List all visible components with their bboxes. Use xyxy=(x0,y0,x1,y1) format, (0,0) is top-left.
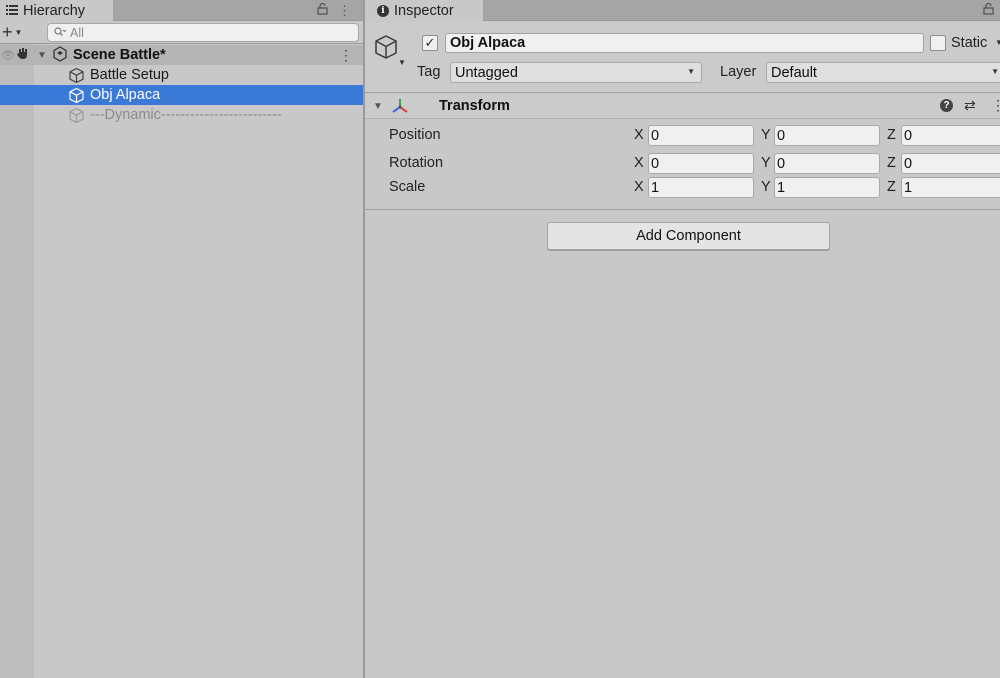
inspector-tab-bar: i Inspector xyxy=(365,0,1000,21)
unity-scene-icon xyxy=(52,45,68,65)
active-checkbox[interactable]: ✓ xyxy=(422,35,438,51)
hierarchy-panel: Hierarchy ⋮ + ▼ 👁 ▼ Scene Battle* xyxy=(0,0,363,678)
chevron-down-icon: ▼ xyxy=(991,67,999,76)
axis-label-x[interactable]: X xyxy=(634,127,644,143)
list-item-label: ---Dynamic------------------------- xyxy=(90,107,282,123)
lock-icon[interactable] xyxy=(983,2,994,18)
cube-icon xyxy=(68,87,85,107)
rotation-y-field[interactable]: 0 xyxy=(774,153,880,174)
hierarchy-visibility-gutter xyxy=(0,44,34,678)
axis-label-z[interactable]: Z xyxy=(887,155,896,171)
expand-arrow-icon[interactable]: ▼ xyxy=(373,101,383,112)
expand-arrow-icon[interactable]: ▼ xyxy=(37,50,47,61)
axis-label-z[interactable]: Z xyxy=(887,127,896,143)
component-divider xyxy=(365,209,1000,210)
list-icon xyxy=(6,3,18,19)
position-y-field[interactable]: 0 xyxy=(774,125,880,146)
kebab-menu-icon[interactable]: ⋮ xyxy=(338,3,351,19)
static-label: Static xyxy=(951,35,988,51)
transform-axes-icon xyxy=(390,97,410,118)
tag-label: Tag xyxy=(417,64,441,80)
layer-dropdown[interactable]: Default ▼ xyxy=(766,62,1000,83)
axis-label-y[interactable]: Y xyxy=(761,155,771,171)
property-label: Scale xyxy=(389,179,426,195)
list-item-label: Obj Alpaca xyxy=(90,87,161,103)
pick-hand-icon[interactable] xyxy=(17,47,29,63)
scene-label: Scene Battle* xyxy=(73,47,166,63)
cube-icon[interactable] xyxy=(373,34,399,63)
hierarchy-tab-bar: Hierarchy ⋮ xyxy=(0,0,363,21)
transform-component-header[interactable]: ▼ Transform ? ⇄ ⋮ xyxy=(365,95,1000,119)
search-icon xyxy=(54,26,67,40)
layer-label: Layer xyxy=(720,64,757,80)
kebab-menu-icon[interactable]: ⋮ xyxy=(339,47,353,64)
info-icon: i xyxy=(377,4,389,17)
preset-sliders-icon[interactable]: ⇄ xyxy=(964,97,976,114)
tab-hierarchy[interactable]: Hierarchy xyxy=(0,0,113,21)
cube-icon xyxy=(68,107,85,127)
property-label: Rotation xyxy=(389,155,444,171)
static-checkbox[interactable] xyxy=(930,35,946,51)
transform-title: Transform xyxy=(439,98,510,114)
cube-icon xyxy=(68,67,85,87)
axis-label-x[interactable]: X xyxy=(634,179,644,195)
chevron-down-icon[interactable]: ▼ xyxy=(995,38,1000,47)
layer-value: Default xyxy=(771,64,817,81)
position-z-field[interactable]: 0 xyxy=(901,125,1000,146)
axis-label-z[interactable]: Z xyxy=(887,179,896,195)
hierarchy-tab-actions: ⋮ xyxy=(317,0,351,21)
hierarchy-search xyxy=(47,23,359,42)
chevron-down-icon: ▼ xyxy=(687,67,695,76)
transform-row-scale: Scale X 1 Y 1 Z 1 xyxy=(365,176,1000,200)
tag-value: Untagged xyxy=(455,64,518,81)
tab-hierarchy-label: Hierarchy xyxy=(23,2,86,19)
list-item[interactable]: ---Dynamic------------------------- xyxy=(0,105,363,125)
object-name-field[interactable]: Obj Alpaca xyxy=(445,33,924,53)
tab-inspector[interactable]: i Inspector xyxy=(365,0,483,21)
lock-icon[interactable] xyxy=(317,2,328,18)
axis-label-y[interactable]: Y xyxy=(761,179,771,195)
list-item[interactable]: Battle Setup xyxy=(0,65,363,85)
hierarchy-toolbar: + ▼ xyxy=(0,21,363,44)
chevron-down-icon[interactable]: ▼ xyxy=(398,58,406,67)
rotation-x-field[interactable]: 0 xyxy=(648,153,754,174)
scale-x-field[interactable]: 1 xyxy=(648,177,754,198)
help-icon[interactable]: ? xyxy=(940,99,953,112)
scale-y-field[interactable]: 1 xyxy=(774,177,880,198)
transform-row-position: Position X 0 Y 0 Z 0 xyxy=(365,124,1000,148)
rotation-z-field[interactable]: 0 xyxy=(901,153,1000,174)
property-label: Position xyxy=(389,127,441,143)
axis-label-x[interactable]: X xyxy=(634,155,644,171)
inspector-panel: i Inspector ▼ ✓ Obj Alpaca Static ▼ Tag … xyxy=(365,0,1000,678)
chevron-down-icon: ▼ xyxy=(14,28,23,37)
tab-inspector-label: Inspector xyxy=(394,2,454,19)
inspector-tab-actions xyxy=(983,0,994,21)
plus-icon: + xyxy=(2,22,13,42)
kebab-menu-icon[interactable]: ⋮ xyxy=(991,97,1000,114)
create-button[interactable]: + ▼ xyxy=(2,22,23,42)
position-x-field[interactable]: 0 xyxy=(648,125,754,146)
list-item-label: Battle Setup xyxy=(90,67,169,83)
tag-dropdown[interactable]: Untagged ▼ xyxy=(450,62,702,83)
search-input[interactable] xyxy=(70,25,350,40)
eye-icon[interactable]: 👁 xyxy=(1,49,15,62)
add-component-button[interactable]: Add Component xyxy=(547,222,830,250)
axis-label-y[interactable]: Y xyxy=(761,127,771,143)
list-item[interactable]: Obj Alpaca xyxy=(0,85,363,105)
transform-row-rotation: Rotation X 0 Y 0 Z 0 xyxy=(365,152,1000,176)
scale-z-field[interactable]: 1 xyxy=(901,177,1000,198)
gameobject-header: ▼ ✓ Obj Alpaca Static ▼ Tag Untagged ▼ L… xyxy=(365,22,1000,93)
scene-row[interactable]: 👁 ▼ Scene Battle* ⋮ xyxy=(0,45,363,65)
